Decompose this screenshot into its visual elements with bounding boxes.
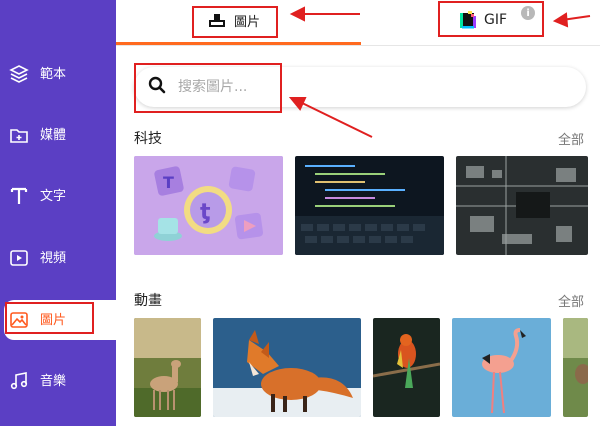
tech-thumbnail-1[interactable]: T ƫ xyxy=(134,156,283,255)
annotation-box-gif-tab xyxy=(438,1,544,37)
section-title-animation: 動畫 xyxy=(134,293,162,309)
circuit-board-photo xyxy=(456,156,588,255)
flamingo-photo xyxy=(452,318,551,417)
see-all-animation-link[interactable]: 全部 xyxy=(558,291,584,310)
play-icon xyxy=(8,247,30,269)
sidebar-item-label: 文字 xyxy=(40,188,67,204)
sidebar-item-templates[interactable]: 範本 xyxy=(8,56,116,92)
annotation-box-images-tab xyxy=(192,6,278,38)
sidebar-item-label: 視頻 xyxy=(40,250,67,266)
sidebar-item-label: 媒體 xyxy=(40,127,67,143)
sidebar-item-video[interactable]: 視頻 xyxy=(8,240,116,276)
active-tab-indicator xyxy=(116,42,361,45)
crypto-coin-illustration: T ƫ xyxy=(134,156,283,255)
svg-text:ƫ: ƫ xyxy=(200,200,211,225)
annotation-box-sidebar-images xyxy=(5,302,94,334)
code-laptop-photo xyxy=(295,156,444,255)
sidebar-item-label: 範本 xyxy=(40,66,67,82)
annotation-box-search xyxy=(134,63,282,113)
animation-thumbnail-4[interactable] xyxy=(452,318,551,417)
tech-thumbnail-3[interactable] xyxy=(456,156,588,255)
grass-photo xyxy=(563,318,588,417)
sidebar-item-text[interactable]: 文字 xyxy=(8,178,116,214)
layers-icon xyxy=(8,63,30,85)
animation-thumbnail-5[interactable] xyxy=(563,318,588,417)
sidebar-item-media[interactable]: 媒體 xyxy=(8,117,116,153)
sidebar-item-label: 音樂 xyxy=(40,373,67,389)
see-all-tech-link[interactable]: 全部 xyxy=(558,129,584,148)
text-icon xyxy=(8,185,30,207)
sidebar-item-music[interactable]: 音樂 xyxy=(8,363,116,399)
animation-thumbnail-2[interactable] xyxy=(213,318,361,417)
parrot-photo xyxy=(373,318,440,417)
sidebar: 範本 媒體 文字 視頻 圖片 音樂 xyxy=(0,0,116,426)
svg-text:T: T xyxy=(163,173,174,192)
deer-photo xyxy=(134,318,201,417)
section-title-tech: 科技 xyxy=(134,131,162,147)
music-icon xyxy=(8,370,30,392)
fox-photo xyxy=(213,318,361,417)
animation-thumbnail-1[interactable] xyxy=(134,318,201,417)
folder-add-icon xyxy=(8,124,30,146)
tech-thumbnail-2[interactable] xyxy=(295,156,444,255)
animation-thumbnail-3[interactable] xyxy=(373,318,440,417)
